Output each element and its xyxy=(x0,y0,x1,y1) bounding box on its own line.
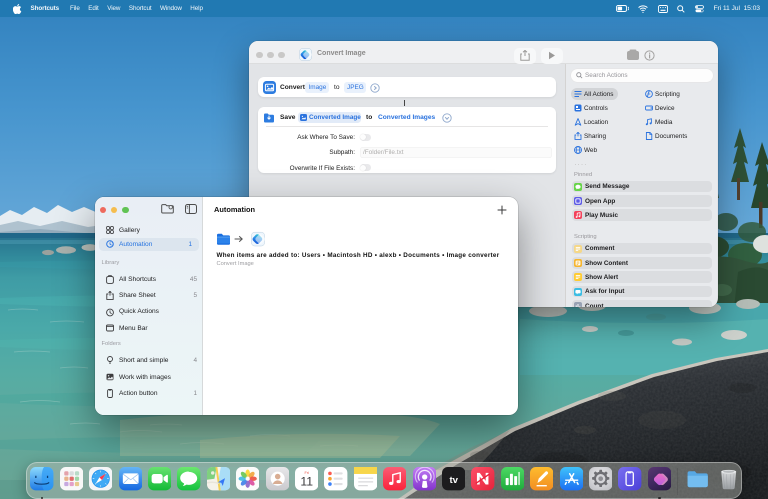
svg-text:tv: tv xyxy=(449,475,458,486)
svg-text:11: 11 xyxy=(300,475,313,489)
